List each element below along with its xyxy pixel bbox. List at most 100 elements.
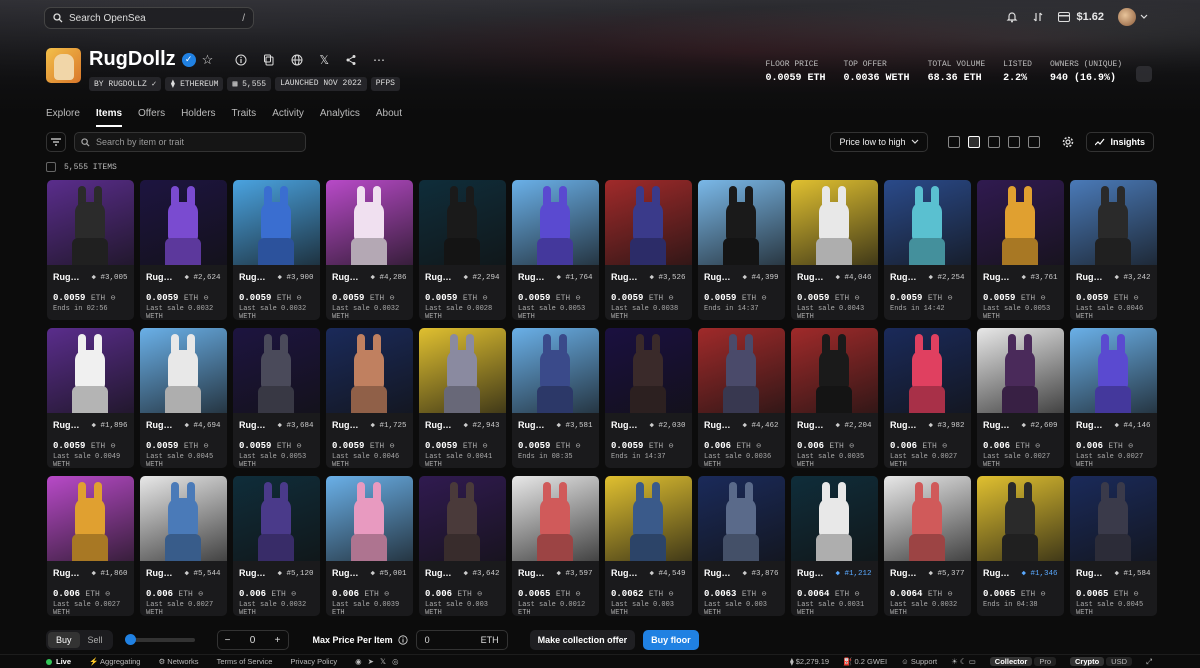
nft-card[interactable]: Rug… ◆ #2,294 0.0059 ETH ⊖ Last sale 0.0… [419, 180, 506, 320]
nft-card[interactable]: Rug… ◆ #3,597 0.0065 ETH ⊖ Last sale 0.0… [512, 476, 599, 616]
nft-card[interactable]: Rug… ◆ #3,982 0.006 ETH ⊖ Last sale 0.00… [884, 328, 971, 468]
nft-card[interactable]: Rug… ◆ #2,624 0.0059 ETH ⊖ Last sale 0.0… [140, 180, 227, 320]
star-icon[interactable]: ☆ [202, 52, 214, 68]
x-icon[interactable]: 𝕏 [319, 53, 329, 67]
sell-tab[interactable]: Sell [80, 632, 111, 648]
nft-card[interactable]: Rug… ◆ #2,204 0.006 ETH ⊖ Last sale 0.00… [791, 328, 878, 468]
nft-image[interactable] [884, 476, 971, 561]
nft-image[interactable] [791, 328, 878, 413]
copy-icon[interactable] [263, 53, 275, 67]
nft-card[interactable]: Rug… ◆ #3,005 0.0059 ETH ⊖ Ends in 02:56 [47, 180, 134, 320]
collector-mode[interactable]: Collector [989, 657, 1033, 666]
tag-creator[interactable]: BY RUGDOLLZ ✓ [89, 77, 162, 91]
nft-card[interactable]: Rug… ◆ #4,046 0.0059 ETH ⊖ Last sale 0.0… [791, 180, 878, 320]
nft-card[interactable]: Rug… ◆ #3,900 0.0059 ETH ⊖ Last sale 0.0… [233, 180, 320, 320]
info-icon[interactable] [397, 635, 408, 645]
grid-small-icon[interactable] [988, 136, 1001, 148]
nft-card[interactable]: Rug… ◆ #3,526 0.0059 ETH ⊖ Last sale 0.0… [605, 180, 692, 320]
nft-image[interactable] [977, 328, 1064, 413]
tag-category[interactable]: PFPS [370, 77, 400, 91]
nft-card[interactable]: Rug… ◆ #1,725 0.0059 ETH ⊖ Last sale 0.0… [326, 328, 413, 468]
table-icon[interactable] [1028, 136, 1041, 148]
nft-image[interactable] [140, 328, 227, 413]
nft-card[interactable]: Rug… ◆ #4,549 0.0062 ETH ⊖ Last sale 0.0… [605, 476, 692, 616]
discord-icon[interactable]: ◉ [355, 657, 362, 666]
sort-dropdown[interactable]: Price low to high [830, 132, 929, 152]
nft-image[interactable] [47, 476, 134, 561]
nft-image[interactable] [512, 180, 599, 265]
more-icon[interactable]: ⋯ [373, 53, 385, 67]
bell-icon[interactable] [1006, 11, 1018, 23]
nft-card[interactable]: Rug… ◆ #1,346 0.0065 ETH ⊖ Ends in 04:38 [977, 476, 1064, 616]
nft-card[interactable]: Rug… ◆ #3,642 0.006 ETH ⊖ Last sale 0.00… [419, 476, 506, 616]
select-all-checkbox[interactable] [46, 162, 56, 172]
slider-knob[interactable] [124, 634, 136, 645]
nft-card[interactable]: Rug… ◆ #1,896 0.0059 ETH ⊖ Last sale 0.0… [47, 328, 134, 468]
instagram-icon[interactable]: ◎ [392, 657, 399, 666]
aggregating-link[interactable]: ⚡ Aggregating [89, 657, 140, 666]
insights-button[interactable]: Insights [1086, 132, 1154, 152]
nft-card[interactable]: Rug… ◆ #5,377 0.0064 ETH ⊖ Last sale 0.0… [884, 476, 971, 616]
nft-card[interactable]: Rug… ◆ #2,943 0.0059 ETH ⊖ Last sale 0.0… [419, 328, 506, 468]
nft-card[interactable]: Rug… ◆ #5,001 0.006 ETH ⊖ Last sale 0.00… [326, 476, 413, 616]
sweep-slider[interactable] [124, 634, 195, 645]
nft-image[interactable] [326, 180, 413, 265]
nft-card[interactable]: Rug… ◆ #4,146 0.006 ETH ⊖ Last sale 0.00… [1070, 328, 1157, 468]
account-menu[interactable] [1118, 8, 1148, 26]
buy-floor-button[interactable]: Buy floor [643, 630, 699, 650]
nft-image[interactable] [140, 180, 227, 265]
nft-image[interactable] [698, 180, 785, 265]
nft-image[interactable] [698, 328, 785, 413]
swap-icon[interactable] [1032, 11, 1044, 23]
nft-card[interactable]: Rug… ◆ #2,030 0.0059 ETH ⊖ Ends in 14:37 [605, 328, 692, 468]
nft-card[interactable]: Rug… ◆ #3,684 0.0059 ETH ⊖ Last sale 0.0… [233, 328, 320, 468]
nft-image[interactable] [1070, 180, 1157, 265]
x-icon[interactable]: 𝕏 [380, 657, 386, 666]
nft-image[interactable] [791, 180, 878, 265]
tab-activity[interactable]: Activity [272, 108, 304, 127]
nft-card[interactable]: Rug… ◆ #4,462 0.006 ETH ⊖ Last sale 0.00… [698, 328, 785, 468]
nft-image[interactable] [512, 328, 599, 413]
filter-toggle-button[interactable] [46, 132, 66, 152]
plus-button[interactable]: + [268, 635, 288, 646]
expand-icon[interactable] [1136, 66, 1152, 82]
grid-medium-icon[interactable] [968, 136, 981, 148]
nft-image[interactable] [1070, 476, 1157, 561]
list-icon[interactable] [1008, 136, 1021, 148]
nft-image[interactable] [1070, 328, 1157, 413]
wallet-balance[interactable]: $1.62 [1058, 11, 1104, 23]
tab-about[interactable]: About [376, 108, 402, 127]
nft-card[interactable]: Rug… ◆ #3,761 0.0059 ETH ⊖ Last sale 0.0… [977, 180, 1064, 320]
nft-image[interactable] [605, 476, 692, 561]
nft-card[interactable]: Rug… ◆ #4,694 0.0059 ETH ⊖ Last sale 0.0… [140, 328, 227, 468]
nft-card[interactable]: Rug… ◆ #4,286 0.0059 ETH ⊖ Last sale 0.0… [326, 180, 413, 320]
nft-card[interactable]: Rug… ◆ #5,120 0.006 ETH ⊖ Last sale 0.00… [233, 476, 320, 616]
nft-image[interactable] [326, 328, 413, 413]
tab-offers[interactable]: Offers [138, 108, 165, 127]
nft-card[interactable]: Rug… ◆ #2,609 0.006 ETH ⊖ Last sale 0.00… [977, 328, 1064, 468]
theme-toggle[interactable]: ☀ ☾ ▭ [951, 657, 976, 666]
global-search[interactable]: Search OpenSea / [44, 7, 254, 29]
crypto-currency[interactable]: Crypto [1069, 657, 1105, 666]
grid-large-icon[interactable] [948, 136, 961, 148]
item-search-input[interactable]: Search by item or trait [74, 132, 306, 152]
tab-holders[interactable]: Holders [181, 108, 215, 127]
nft-card[interactable]: Rug… ◆ #3,876 0.0063 ETH ⊖ Last sale 0.0… [698, 476, 785, 616]
nft-image[interactable] [698, 476, 785, 561]
quantity-value[interactable]: 0 [238, 635, 268, 646]
max-price-input[interactable]: 0 ETH [415, 630, 508, 650]
minus-button[interactable]: − [218, 635, 238, 646]
pro-mode[interactable]: Pro [1034, 657, 1056, 666]
globe-icon[interactable] [291, 53, 303, 67]
share-icon[interactable] [345, 53, 357, 67]
nft-image[interactable] [884, 328, 971, 413]
nft-card[interactable]: Rug… ◆ #5,544 0.006 ETH ⊖ Last sale 0.00… [140, 476, 227, 616]
nft-card[interactable]: Rug… ◆ #4,399 0.0059 ETH ⊖ Ends in 14:37 [698, 180, 785, 320]
nft-image[interactable] [419, 180, 506, 265]
terms-link[interactable]: Terms of Service [217, 657, 273, 666]
usd-currency[interactable]: USD [1106, 657, 1132, 666]
nft-image[interactable] [233, 180, 320, 265]
networks-link[interactable]: ⚙ Networks [158, 657, 198, 666]
nft-card[interactable]: Rug… ◆ #3,581 0.0059 ETH ⊖ Ends in 08:35 [512, 328, 599, 468]
nft-image[interactable] [47, 180, 134, 265]
